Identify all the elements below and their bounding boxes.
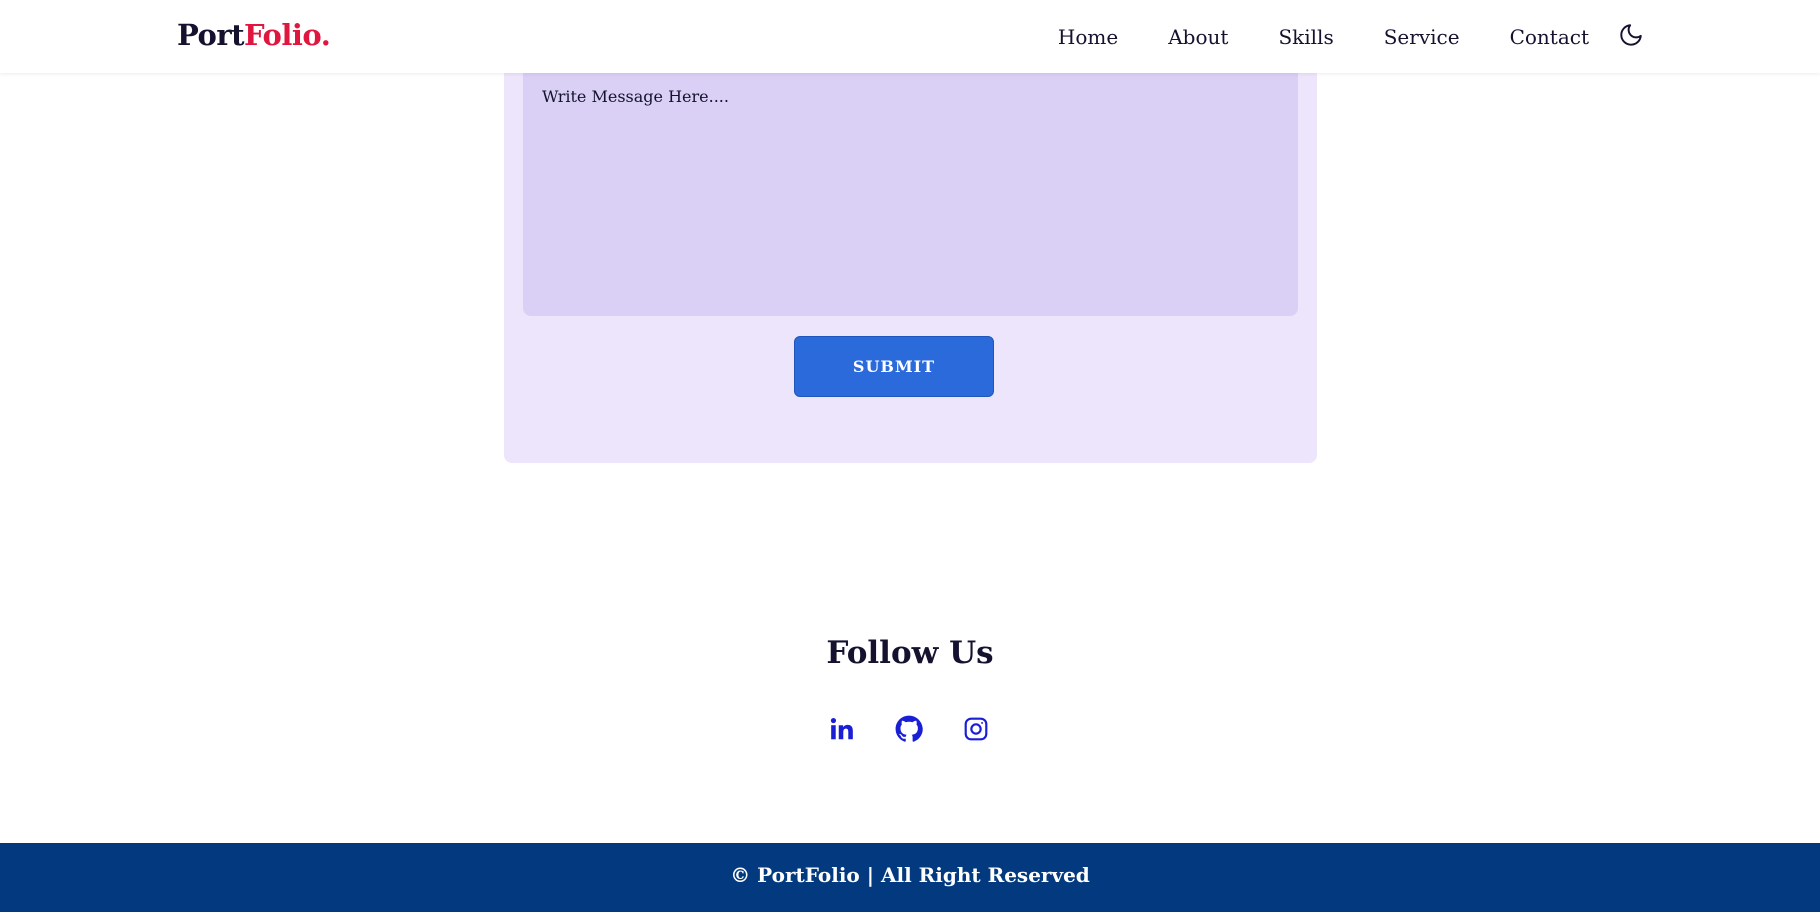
github-icon: [895, 715, 923, 742]
logo-part-folio: Folio.: [244, 18, 331, 52]
nav-link-skills[interactable]: Skills: [1278, 25, 1333, 49]
linkedin-link[interactable]: [828, 713, 856, 745]
github-link[interactable]: [895, 713, 923, 745]
logo[interactable]: PortFolio.: [177, 18, 331, 52]
nav-link-home[interactable]: Home: [1058, 25, 1118, 49]
instagram-icon: [964, 717, 988, 741]
nav-link-contact[interactable]: Contact: [1510, 25, 1589, 49]
footer: © PortFolio | All Right Reserved: [0, 843, 1820, 912]
follow-us-title: Follow Us: [826, 635, 994, 671]
submit-button[interactable]: SUBMIT: [794, 336, 994, 397]
moon-icon: [1620, 23, 1642, 46]
linkedin-icon: [830, 717, 853, 740]
page: SUBMIT PortFolio. Home About Skills Serv…: [0, 0, 1820, 912]
logo-part-port: Port: [177, 18, 245, 52]
footer-copyright: © PortFolio | All Right Reserved: [730, 862, 1090, 887]
social-links: [0, 713, 1820, 745]
theme-toggle-button[interactable]: [1617, 21, 1645, 49]
nav-link-about[interactable]: About: [1168, 25, 1228, 49]
nav-link-service[interactable]: Service: [1384, 25, 1460, 49]
navbar: PortFolio. Home About Skills Service Con…: [0, 0, 1820, 73]
message-textarea[interactable]: [523, 73, 1298, 316]
nav-links: Home About Skills Service Contact: [1058, 0, 1645, 73]
instagram-link[interactable]: [962, 713, 990, 745]
